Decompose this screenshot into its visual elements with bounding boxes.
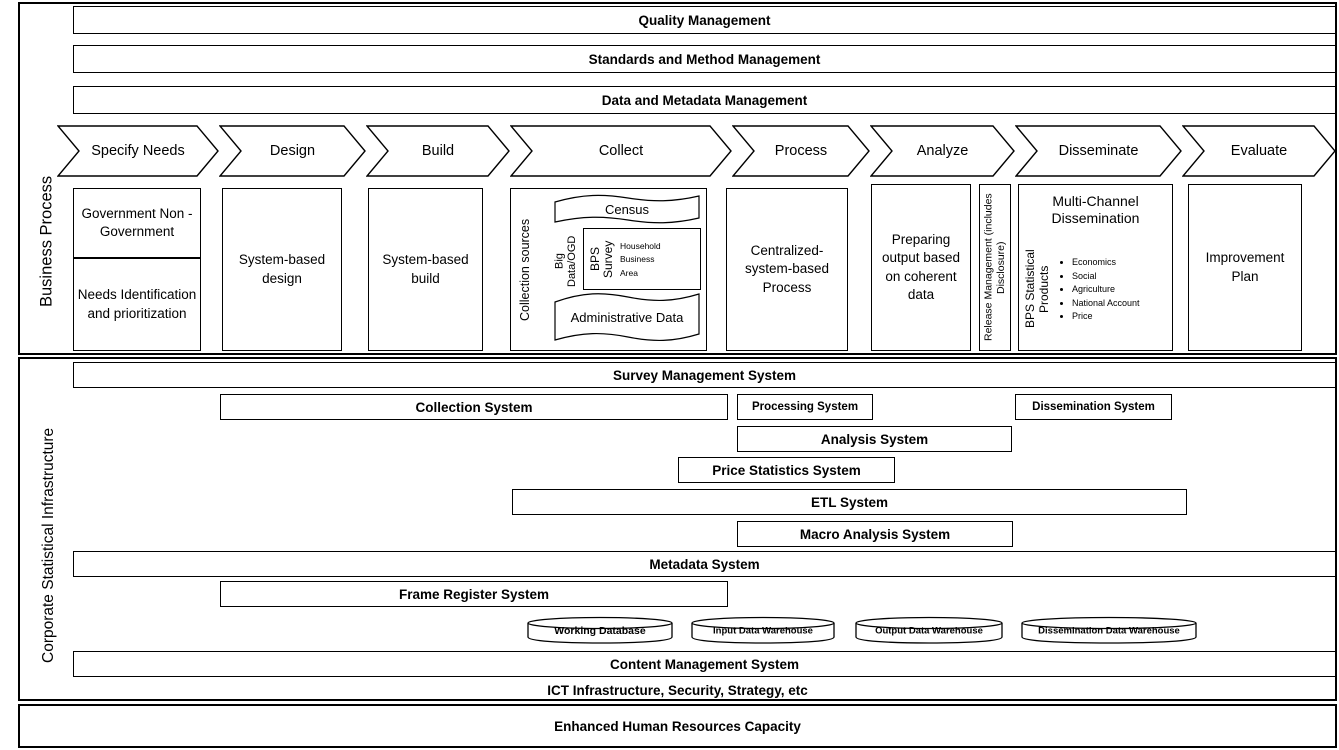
phase-chevron-process[interactable]: Process	[732, 125, 870, 177]
bar-content-management-system[interactable]: Content Management System	[73, 651, 1336, 677]
phase-chevron-design[interactable]: Design	[219, 125, 366, 177]
product-item: Agriculture	[1072, 283, 1140, 297]
system-bar-metadata[interactable]: Metadata System	[73, 551, 1336, 577]
collect-bps-survey-label: BPS Survey	[587, 240, 615, 278]
product-item: Price	[1072, 310, 1140, 324]
database-label: Output Data Warehouse	[875, 625, 983, 637]
survey-type-household: Household	[620, 241, 661, 252]
database-label: Dissemination Data Warehouse	[1038, 625, 1180, 637]
system-bar-frame-register[interactable]: Frame Register System	[220, 581, 728, 607]
database-working-database[interactable]: Working Database	[526, 616, 674, 644]
product-item: Social	[1072, 270, 1140, 284]
bps-products-list: Economics Social Agriculture National Ac…	[1058, 236, 1168, 344]
diagram-canvas: Business Process Corporate Statistical I…	[0, 0, 1339, 750]
detail-box-preparing-output[interactable]: Preparing output based on coherent data	[871, 184, 971, 351]
product-item: Economics	[1072, 256, 1140, 270]
phase-label: Design	[269, 143, 316, 159]
release-management-label: Release Management (includes Disclosure)	[982, 193, 1007, 342]
census-label: Census	[604, 202, 650, 218]
database-output-data-warehouse[interactable]: Output Data Warehouse	[854, 616, 1004, 644]
detail-box-improvement-plan[interactable]: Improvement Plan	[1188, 184, 1302, 351]
collect-administrative-data-banner[interactable]: Administrative Data	[553, 292, 701, 344]
phase-label: Evaluate	[1230, 143, 1288, 159]
system-bar-processing[interactable]: Processing System	[737, 394, 873, 420]
phase-chevron-analyze[interactable]: Analyze	[870, 125, 1015, 177]
collect-census-banner[interactable]: Census	[553, 194, 701, 226]
phase-label: Collect	[598, 143, 644, 159]
bar-data-metadata-management[interactable]: Data and Metadata Management	[73, 86, 1336, 114]
bar-enhanced-human-resources[interactable]: Enhanced Human Resources Capacity	[19, 705, 1336, 747]
bar-standards-method-management[interactable]: Standards and Method Management	[73, 45, 1336, 73]
phase-chevron-disseminate[interactable]: Disseminate	[1015, 125, 1182, 177]
phase-label: Specify Needs	[91, 143, 185, 159]
phase-chevron-evaluate[interactable]: Evaluate	[1182, 125, 1336, 177]
detail-box-system-based-design[interactable]: System-based design	[222, 188, 342, 351]
database-label: Input Data Warehouse	[713, 625, 813, 637]
detail-box-needs-identification[interactable]: Needs Identification and prioritization	[73, 258, 201, 351]
detail-box-centralized-process[interactable]: Centralized-system-based Process	[726, 188, 848, 351]
survey-type-business: Business	[620, 254, 655, 265]
infrastructure-side-label: Corporate Statistical Infrastructure	[40, 427, 58, 663]
collect-sources-side-label: Collection sources	[518, 218, 532, 322]
phase-chevron-build[interactable]: Build	[366, 125, 510, 177]
bar-ict-infrastructure[interactable]: ICT Infrastructure, Security, Strategy, …	[19, 678, 1336, 702]
phase-label: Disseminate	[1058, 143, 1139, 159]
phase-label: Analyze	[916, 143, 969, 159]
collect-big-data-ogd-label: Big Data/OGD	[553, 235, 578, 287]
system-bar-dissemination[interactable]: Dissemination System	[1015, 394, 1172, 420]
collect-survey-types-list: Household Business Area	[620, 232, 696, 288]
system-bar-survey-management[interactable]: Survey Management System	[73, 362, 1336, 388]
system-bar-price-statistics[interactable]: Price Statistics System	[678, 457, 895, 483]
system-bar-macro-analysis[interactable]: Macro Analysis System	[737, 521, 1013, 547]
database-label: Working Database	[554, 625, 646, 638]
database-dissemination-data-warehouse[interactable]: Dissemination Data Warehouse	[1020, 616, 1198, 644]
multi-channel-dissemination-title: Multi-Channel Dissemination	[1051, 193, 1140, 226]
database-input-data-warehouse[interactable]: Input Data Warehouse	[690, 616, 836, 644]
phase-chevron-specify-needs[interactable]: Specify Needs	[57, 125, 219, 177]
system-bar-collection[interactable]: Collection System	[220, 394, 728, 420]
phase-chevron-collect[interactable]: Collect	[510, 125, 732, 177]
detail-box-system-based-build[interactable]: System-based build	[368, 188, 483, 351]
product-item: National Account	[1072, 297, 1140, 311]
survey-type-area: Area	[620, 267, 638, 278]
system-bar-etl[interactable]: ETL System	[512, 489, 1187, 515]
phase-label: Build	[421, 143, 455, 159]
bps-statistical-products-side-label: BPS Statistical Products	[1023, 249, 1051, 329]
system-bar-analysis[interactable]: Analysis System	[737, 426, 1012, 452]
administrative-data-label: Administrative Data	[570, 310, 684, 326]
phase-label: Process	[774, 143, 828, 159]
detail-box-government-non-government[interactable]: Government Non - Government	[73, 188, 201, 258]
bar-quality-management[interactable]: Quality Management	[73, 6, 1336, 34]
